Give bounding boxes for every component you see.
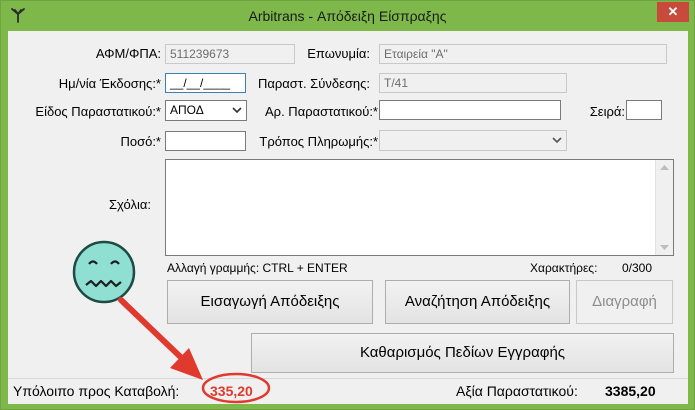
arrow-annotation	[118, 297, 203, 380]
annotation-overlay	[72, 240, 271, 404]
sick-face-icon	[72, 240, 136, 304]
balance-highlight-ellipse	[201, 372, 271, 404]
